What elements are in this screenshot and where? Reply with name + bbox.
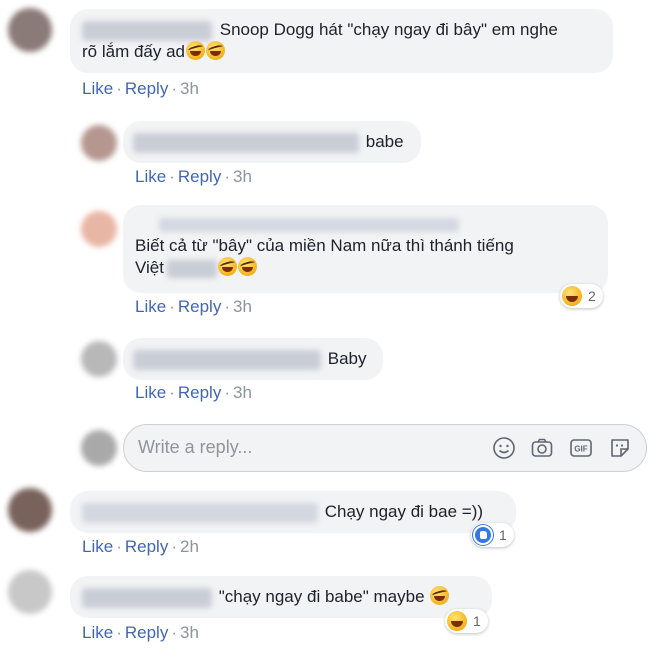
comment-bubble: Baby: [123, 338, 383, 380]
comment-text: Snoop Dogg hát "chạy ngay đi bây" em ngh…: [219, 20, 558, 39]
commenter-name[interactable]: [133, 349, 321, 370]
sticker-icon[interactable]: [608, 436, 632, 460]
comment-bubble: babe: [123, 121, 421, 163]
reaction-summary[interactable]: 2: [560, 284, 603, 308]
avatar[interactable]: [8, 488, 52, 532]
comment-text: Chạy ngay đi bae =)): [324, 502, 484, 521]
rofl-emoji-icon: [218, 257, 237, 276]
haha-reaction-icon: [562, 286, 582, 306]
timestamp[interactable]: 3h: [233, 383, 252, 402]
timestamp[interactable]: 3h: [233, 297, 252, 316]
comment-text: babe: [365, 132, 404, 151]
avatar: [81, 430, 117, 466]
like-link[interactable]: Like: [135, 383, 166, 402]
rofl-emoji-icon: [186, 41, 205, 60]
avatar[interactable]: [81, 125, 117, 161]
comment-actions: Like · Reply · 3h: [135, 383, 252, 402]
like-link[interactable]: Like: [82, 623, 113, 642]
timestamp[interactable]: 2h: [180, 537, 199, 556]
like-link[interactable]: Like: [135, 297, 166, 316]
commenter-name[interactable]: [159, 217, 459, 232]
comment-text: rõ lắm đấy ad: [82, 42, 185, 61]
emoji-icon[interactable]: [492, 436, 516, 460]
reaction-count: 1: [473, 613, 481, 629]
comment-text: Biết cả từ "bây" của miền Nam nữa thì th…: [135, 236, 514, 255]
comment-bubble: Chạy ngay đi bae =)): [70, 491, 516, 533]
comment-actions: Like · Reply · 3h: [82, 79, 199, 98]
reaction-count: 1: [499, 527, 507, 543]
timestamp[interactable]: 3h: [180, 623, 199, 642]
timestamp[interactable]: 3h: [180, 79, 199, 98]
commenter-name[interactable]: [82, 20, 212, 41]
avatar[interactable]: [81, 341, 117, 377]
reaction-summary[interactable]: 1: [445, 609, 488, 633]
avatar[interactable]: [8, 8, 52, 52]
reply-link[interactable]: Reply: [178, 383, 221, 402]
like-link[interactable]: Like: [135, 167, 166, 186]
reply-link[interactable]: Reply: [178, 297, 221, 316]
reply-placeholder: Write a reply...: [138, 437, 253, 457]
comment-text: Baby: [327, 349, 367, 368]
haha-reaction-icon: [447, 611, 467, 631]
comment-bubble: "chạy ngay đi babe" maybe: [70, 576, 492, 618]
comment-bubble: Snoop Dogg hát "chạy ngay đi bây" em ngh…: [70, 9, 613, 73]
reaction-count: 2: [588, 288, 596, 304]
comment-text: "chạy ngay đi babe" maybe: [218, 587, 425, 606]
comment-actions: Like · Reply · 2h: [82, 537, 199, 556]
commenter-name[interactable]: [133, 132, 359, 153]
avatar[interactable]: [8, 570, 52, 614]
like-link[interactable]: Like: [82, 537, 113, 556]
like-link[interactable]: Like: [82, 79, 113, 98]
svg-text:GIF: GIF: [574, 445, 587, 454]
comment-actions: Like · Reply · 3h: [82, 623, 199, 642]
gif-icon[interactable]: GIF: [569, 436, 593, 460]
comment-bubble: Biết cả từ "bây" của miền Nam nữa thì th…: [123, 205, 608, 293]
reply-input[interactable]: Write a reply... GIF: [123, 424, 647, 472]
reply-link[interactable]: Reply: [125, 537, 168, 556]
timestamp[interactable]: 3h: [233, 167, 252, 186]
commenter-name[interactable]: [82, 502, 318, 523]
grin-emoji-icon: [429, 586, 449, 605]
comment-text: Việt: [135, 258, 164, 277]
reply-link[interactable]: Reply: [125, 623, 168, 642]
rofl-emoji-icon: [238, 257, 257, 276]
comment-actions: Like · Reply · 3h: [135, 167, 252, 186]
rofl-emoji-icon: [206, 41, 225, 60]
comment-actions: Like · Reply · 3h: [135, 297, 252, 316]
avatar[interactable]: [81, 211, 117, 247]
reply-link[interactable]: Reply: [125, 79, 168, 98]
like-reaction-icon: [473, 525, 493, 545]
reply-link[interactable]: Reply: [178, 167, 221, 186]
reaction-summary[interactable]: 1: [471, 523, 514, 547]
commenter-name[interactable]: [82, 587, 212, 608]
camera-icon[interactable]: [530, 436, 554, 460]
